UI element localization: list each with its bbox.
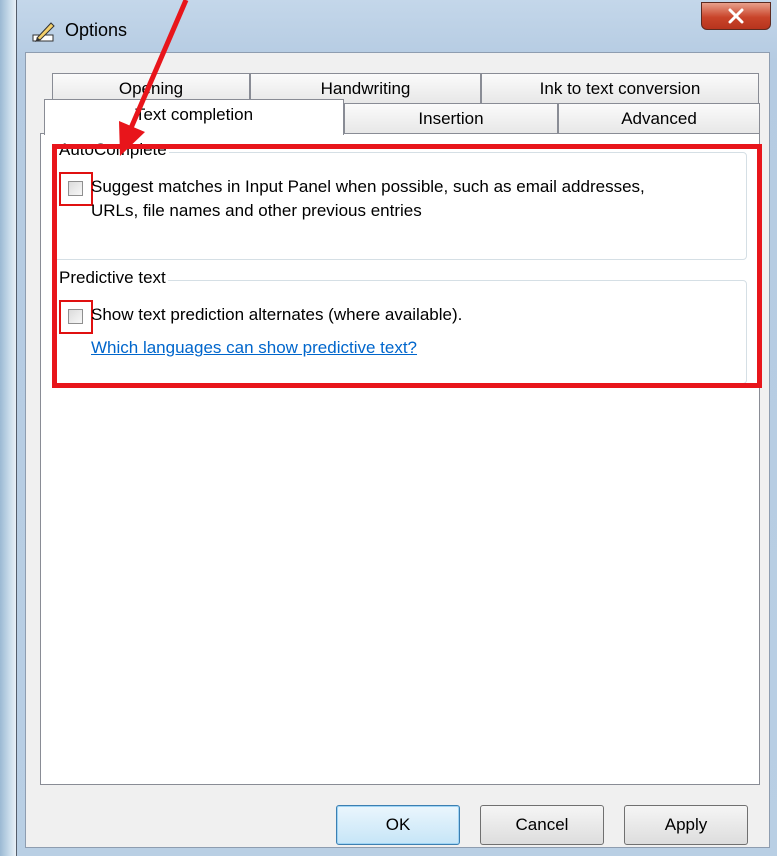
annotation-arrow-icon [119,0,189,156]
